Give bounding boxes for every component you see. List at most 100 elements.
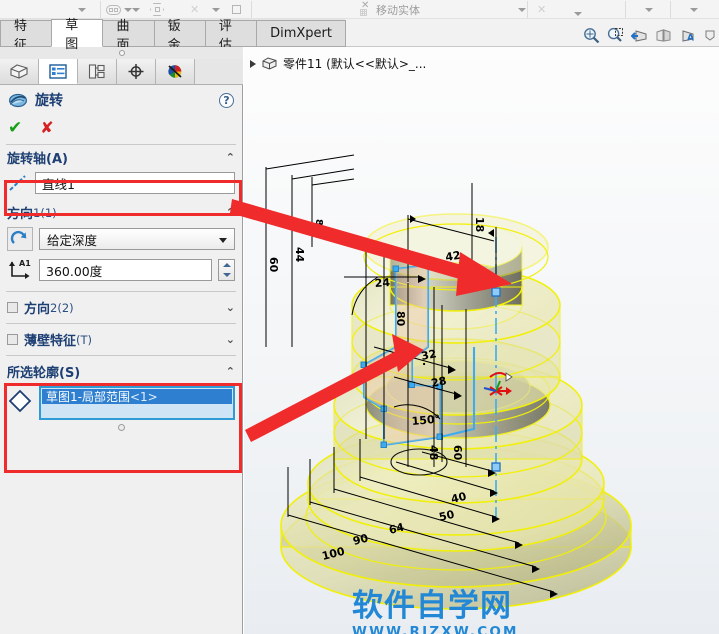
hexagon-icon bbox=[150, 3, 164, 16]
chevron-down-icon bbox=[212, 7, 220, 12]
ribbon-dropdown-5[interactable] bbox=[518, 0, 526, 19]
zoom-to-fit-icon[interactable] bbox=[583, 27, 600, 43]
property-manager-header: 旋转 ? bbox=[0, 85, 242, 115]
section-header-direction1[interactable]: 方向 1(1) ⌃ bbox=[0, 200, 242, 225]
panel-pin-row bbox=[0, 47, 243, 59]
dimxpert-manager-tab[interactable] bbox=[117, 59, 156, 84]
polygon-tool-icon[interactable] bbox=[150, 0, 164, 19]
move-body-command[interactable]: 移动实体 bbox=[360, 0, 420, 19]
contour-name: 草图1-局部范围 bbox=[46, 390, 130, 404]
revolve-axis-input[interactable]: 直线1 bbox=[35, 172, 235, 194]
chevron-up-icon[interactable]: ⌃ bbox=[226, 206, 235, 219]
end-condition-value: 给定深度 bbox=[47, 232, 98, 248]
dimension-annotations: 42 32 28 80 60 44 8 24 18 . 48 60 40 50 … bbox=[265, 154, 558, 598]
ok-button[interactable]: ✔ bbox=[8, 119, 22, 137]
command-tab-bar: 特征 草图 曲面 钣金 评估 DimXpert bbox=[0, 18, 346, 53]
section-body-direction1: 给定深度 A1 360.00度 bbox=[0, 225, 242, 288]
section-header-revolve-axis[interactable]: 旋转轴(A) ⌃ bbox=[0, 145, 242, 170]
left-panel: 旋转 ? ✔ ✘ 旋转轴(A) ⌃ 直线1 方向 1(1) ⌃ 给定深度 A1 … bbox=[0, 47, 243, 634]
tab-features[interactable]: 特征 bbox=[0, 19, 53, 53]
list-item[interactable]: 草图1-局部范围 <1> bbox=[42, 389, 232, 404]
thin-feature-checkbox[interactable] bbox=[7, 334, 18, 345]
dimension-8: 8 bbox=[313, 219, 324, 226]
panel-pin-icon[interactable] bbox=[118, 50, 125, 56]
section-body-selected-contours: 草图1-局部范围 <1> bbox=[0, 384, 242, 437]
chevron-down-icon bbox=[518, 7, 526, 12]
ribbon-disabled-x2: ✕ bbox=[537, 0, 546, 19]
section-header-thin-feature[interactable]: 薄壁特征 (T) ⌄ bbox=[0, 327, 242, 352]
graphics-area[interactable]: 零件11 (默认<<默认>_... 42 32 28 80 60 44 8 24… bbox=[244, 47, 719, 634]
direction2-checkbox[interactable] bbox=[7, 302, 18, 313]
previous-view-icon[interactable] bbox=[631, 28, 648, 43]
move-body-label: 移动实体 bbox=[376, 3, 420, 17]
revolve-angle-input[interactable]: 360.00度 bbox=[39, 259, 212, 281]
line-selection-icon bbox=[9, 175, 26, 191]
section-header-selected-contours[interactable]: 所选轮廓(S) ⌃ bbox=[0, 359, 242, 384]
svg-text:A1: A1 bbox=[19, 259, 31, 268]
property-manager-tab[interactable] bbox=[39, 59, 78, 84]
chevron-down-icon bbox=[219, 238, 227, 243]
square-icon bbox=[232, 5, 241, 14]
chevron-up-icon[interactable]: ⌃ bbox=[226, 365, 235, 378]
svg-text:A: A bbox=[687, 33, 694, 43]
chevron-down-icon bbox=[574, 11, 582, 16]
tab-dimxpert[interactable]: DimXpert bbox=[256, 20, 346, 47]
section-subtitle-direction1: 1(1) bbox=[33, 205, 57, 220]
dimension-50: 50 bbox=[438, 508, 456, 524]
configuration-manager-tab[interactable] bbox=[78, 59, 117, 84]
resize-grip-icon[interactable] bbox=[117, 424, 125, 431]
dimension-28: 28 bbox=[430, 374, 448, 390]
selected-contours-list[interactable]: 草图1-局部范围 <1> bbox=[39, 386, 235, 420]
help-icon[interactable]: ? bbox=[219, 92, 234, 108]
page-title: 旋转 bbox=[35, 93, 63, 109]
tab-sketch[interactable]: 草图 bbox=[51, 18, 104, 52]
chevron-down-icon bbox=[132, 7, 140, 12]
zoom-to-area-icon[interactable] bbox=[607, 27, 624, 43]
ribbon-dropdown-8[interactable] bbox=[690, 0, 698, 19]
dimension-18: 18 bbox=[473, 217, 486, 232]
tab-evaluate[interactable]: 评估 bbox=[204, 19, 258, 53]
dimension-60b: 60 bbox=[451, 445, 464, 461]
view-orientation-icon[interactable]: A bbox=[679, 28, 696, 43]
section-title-revolve-axis: 旋转轴(A) bbox=[7, 152, 68, 167]
section-title-selected-contours: 所选轮廓(S) bbox=[7, 366, 81, 381]
chevron-down-icon[interactable]: ⌄ bbox=[226, 301, 235, 314]
move-body-icon bbox=[360, 0, 373, 16]
section-title-direction1: 方向 bbox=[7, 207, 34, 222]
chevron-up-icon[interactable]: ⌃ bbox=[226, 151, 235, 164]
feature-manager-tab[interactable] bbox=[0, 59, 39, 84]
dimension-80: 80 bbox=[394, 311, 407, 327]
chevron-down-icon bbox=[78, 7, 86, 12]
stepper-down-icon[interactable] bbox=[222, 273, 231, 277]
cancel-button[interactable]: ✘ bbox=[40, 120, 53, 136]
divider bbox=[6, 355, 236, 356]
display-style-icon[interactable] bbox=[703, 28, 717, 43]
tab-sheetmetal[interactable]: 钣金 bbox=[153, 19, 206, 53]
chevron-down-icon[interactable]: ⌄ bbox=[226, 333, 235, 346]
divider bbox=[6, 291, 236, 292]
chevron-down-icon bbox=[690, 7, 698, 12]
dimension-64: 64 bbox=[388, 521, 406, 537]
section-header-direction2[interactable]: 方向 2(2) ⌄ bbox=[0, 295, 242, 320]
ribbon-dropdown-7[interactable] bbox=[645, 0, 653, 19]
divider bbox=[6, 323, 236, 324]
end-condition-select[interactable]: 给定深度 bbox=[39, 228, 235, 250]
section-view-icon[interactable] bbox=[655, 28, 672, 43]
tab-surfaces[interactable]: 曲面 bbox=[102, 19, 155, 53]
revolve-icon bbox=[9, 93, 27, 107]
dimension-90: 90 bbox=[352, 532, 370, 548]
property-manager-body: 旋转 ? ✔ ✘ 旋转轴(A) ⌃ 直线1 方向 1(1) ⌃ 给定深度 A1 … bbox=[0, 85, 242, 634]
display-manager-tab[interactable] bbox=[156, 59, 195, 84]
view-toolbar: A bbox=[583, 27, 717, 43]
section-subtitle-direction2: 2(2) bbox=[50, 300, 74, 315]
stepper-up-icon[interactable] bbox=[222, 263, 231, 267]
property-manager-actions: ✔ ✘ bbox=[0, 115, 242, 141]
reverse-direction-button[interactable] bbox=[7, 227, 33, 251]
revolve-angle-stepper[interactable] bbox=[218, 259, 235, 281]
svg-text:.: . bbox=[422, 355, 426, 368]
section-body-revolve-axis: 直线1 bbox=[0, 170, 242, 200]
manager-tab-bar bbox=[0, 59, 243, 85]
dimension-100: 100 bbox=[321, 545, 347, 563]
contour-instance: <1> bbox=[129, 389, 158, 404]
dimension-48: 48 bbox=[427, 445, 440, 460]
